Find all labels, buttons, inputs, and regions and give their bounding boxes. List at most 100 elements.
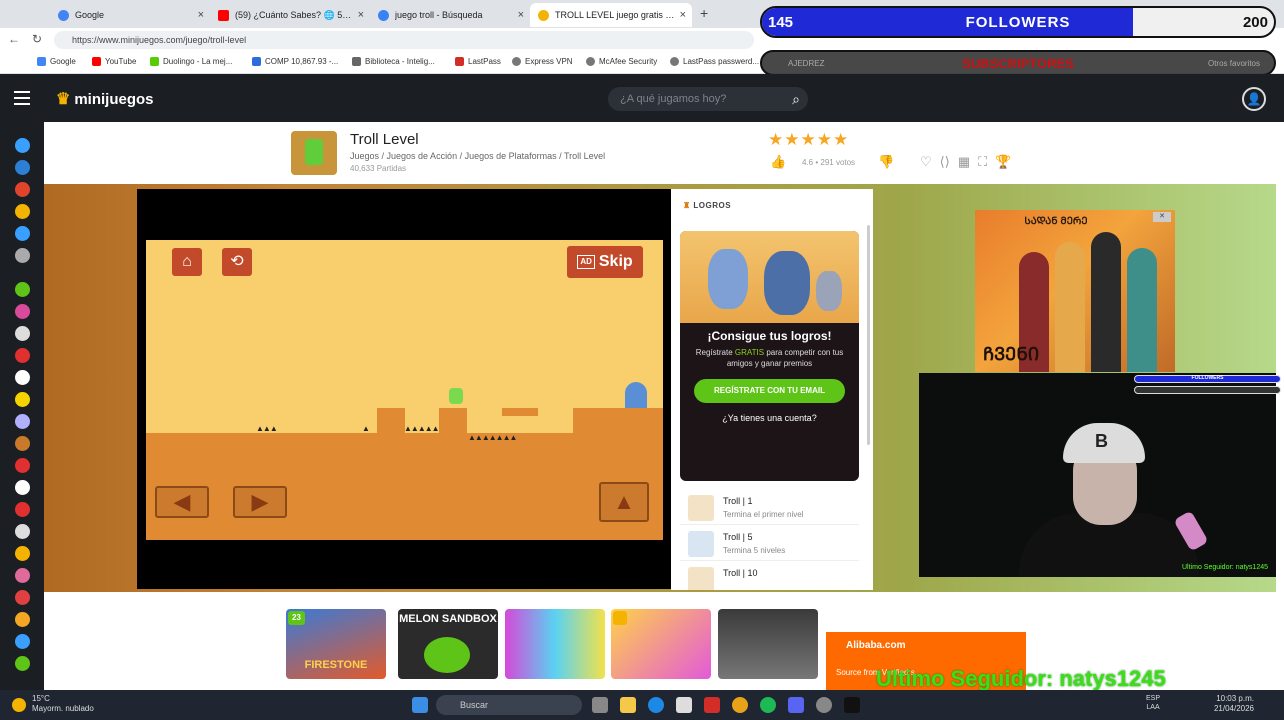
discord-icon[interactable] [788,697,804,713]
girl-icon[interactable] [15,568,30,583]
fire-icon[interactable] [15,182,30,197]
store-icon[interactable] [676,697,692,713]
home-icon[interactable]: ⌂ [172,248,202,276]
trophy-icon[interactable]: 🏆 [995,154,1011,170]
smile-icon[interactable] [15,612,30,627]
task-view-icon[interactable] [592,697,608,713]
fullscreen-icon[interactable]: ⛶ [978,154,987,170]
back-icon[interactable]: ← [8,32,20,46]
system-clock[interactable]: 10:03 p.m. 21/04/2026 [1214,694,1254,714]
advertisement-banner[interactable]: ✕ ᲡᲐᲓᲐᲜ ᲛᲔᲠᲔ ᲩᲕᲔᲜᲘ [975,210,1175,372]
chrome-icon[interactable] [732,697,748,713]
game-card[interactable] [505,609,605,679]
achievement-item[interactable]: Troll | 10 [680,563,859,590]
achievement-item[interactable]: Troll | 5 Termina 5 niveles [680,527,859,561]
check-icon[interactable] [15,204,30,219]
achievement-item[interactable]: Troll | 1 Termina el primer nivel [680,491,859,525]
close-icon[interactable]: × [358,9,364,21]
file-explorer-icon[interactable] [620,697,636,713]
heart-icon[interactable]: ♡ [920,154,932,170]
tiktok-icon[interactable] [844,697,860,713]
close-icon[interactable]: × [518,9,524,21]
bookmark-other-favorites[interactable]: Otros favoritos [1208,59,1260,68]
new-games-icon[interactable] [15,138,30,153]
qr-icon[interactable]: ▦ [958,154,970,170]
search-icon[interactable]: ⌕ [792,87,800,111]
io-icon[interactable] [15,634,30,649]
mario-icon[interactable] [15,502,30,517]
pokeball-icon[interactable] [15,458,30,473]
login-link[interactable]: ¿Ya tienes una cuenta? [680,413,859,423]
achievement-desc: Termina 5 niveles [723,546,786,555]
weather-widget[interactable]: 15°C Mayorm. nublado [32,694,94,714]
language-indicator[interactable]: ESP LAA [1146,694,1160,712]
cards-icon[interactable] [15,480,30,495]
achievements-scrollbar[interactable] [867,225,870,445]
lang-layout: LAA [1146,704,1160,711]
spotify-icon[interactable] [760,697,776,713]
bookmark-lastpass-2[interactable]: LastPass passwerd... [670,57,759,66]
ball-icon[interactable] [15,524,30,539]
move-right-button[interactable]: ▶ [233,486,287,518]
bookmark-mcafee[interactable]: McAfee Security [586,57,657,66]
tab-youtube[interactable]: (59) ¿Cuánto Sabes? 🌐 50 Pregu × [210,3,370,27]
restart-icon[interactable]: ⟲ [222,248,252,276]
multiplayer-icon[interactable] [15,414,30,429]
game-card[interactable]: MELON SANDBOX [398,609,498,679]
mobile-icon[interactable] [15,656,30,671]
embed-icon[interactable]: ⟨⟩ [940,154,950,170]
breadcrumb[interactable]: Juegos / Juegos de Acción / Juegos de Pl… [350,151,605,161]
move-left-button[interactable]: ◀ [155,486,209,518]
edge-icon[interactable] [648,697,664,713]
app-icon[interactable] [704,697,720,713]
bookmark-lastpass[interactable]: LastPass [455,57,501,66]
puzzle-icon[interactable] [15,282,30,297]
popular-icon[interactable] [15,160,30,175]
racing-icon[interactable] [15,370,30,385]
reload-icon[interactable]: ↻ [32,32,42,46]
star-icon[interactable] [15,590,30,605]
jump-button[interactable]: ▲ [599,482,649,522]
game-card[interactable]: 23 FIRESTONE [286,609,386,679]
spikes: ▲▲▲▲▲ [404,424,440,433]
tab-troll-level[interactable]: TROLL LEVEL juego gratis onl × [530,3,692,27]
register-email-button[interactable]: REGÍSTRATE CON TU EMAIL [694,379,845,403]
close-icon[interactable]: × [198,9,204,21]
game-card[interactable] [718,609,818,679]
bookmark-biblioteca[interactable]: Biblioteca - Intelig... [352,57,435,66]
user-account-icon[interactable]: 👤 [1242,87,1266,111]
bookmark-duolingo[interactable]: Duolingo - La mej... [150,57,232,66]
swords-icon[interactable] [15,326,30,341]
game-canvas[interactable]: ⌂ ⟲ AD Skip ▲▲▲ ▲ ▲▲▲▲▲ ▲▲▲▲▲▲▲ ◀ ▶ ▲ [146,240,663,540]
thumbs-down-icon[interactable]: 👎 [878,154,894,170]
shuffle-icon[interactable] [15,248,30,263]
rating-stars[interactable]: ★★★★★ [768,130,849,150]
new-tab-icon[interactable]: + [700,5,708,21]
menu-icon[interactable] [14,91,30,105]
obs-icon[interactable] [816,697,832,713]
flag-icon[interactable] [15,348,30,363]
animal-icon[interactable] [15,436,30,451]
action-icon[interactable] [15,304,30,319]
site-logo[interactable]: ♛ minijuegos [56,89,154,109]
cook-icon[interactable] [15,546,30,561]
bookmark-youtube[interactable]: YouTube [92,57,136,66]
tab-google[interactable]: Google × [50,3,210,27]
cap-logo: B [1095,431,1108,451]
skip-button[interactable]: AD Skip [567,246,643,278]
thumbs-up-icon[interactable]: 👍 [770,154,786,170]
ad-close-icon[interactable]: ✕ [1153,212,1171,222]
site-search-input[interactable]: ¿A qué jugamos hoy? ⌕ [608,87,808,111]
windows-start-icon[interactable] [412,697,428,713]
bookmark-expressvpn[interactable]: Express VPN [512,57,573,66]
pacman-icon[interactable] [15,392,30,407]
history-icon[interactable] [15,226,30,241]
taskbar-search[interactable]: Buscar [436,695,582,715]
close-icon[interactable]: × [680,9,686,21]
bookmark-google[interactable]: Google [37,57,76,66]
game-card[interactable] [611,609,711,679]
tab-search[interactable]: juego troll - Búsqueda × [370,3,530,27]
url-field[interactable]: https://www.minijuegos.com/juego/troll-l… [54,31,754,49]
game-actions: ♡ ⟨⟩ ▦ ⛶ 🏆 [920,154,1011,170]
bookmark-comp[interactable]: COMP 10,867.93 -... [252,57,338,66]
